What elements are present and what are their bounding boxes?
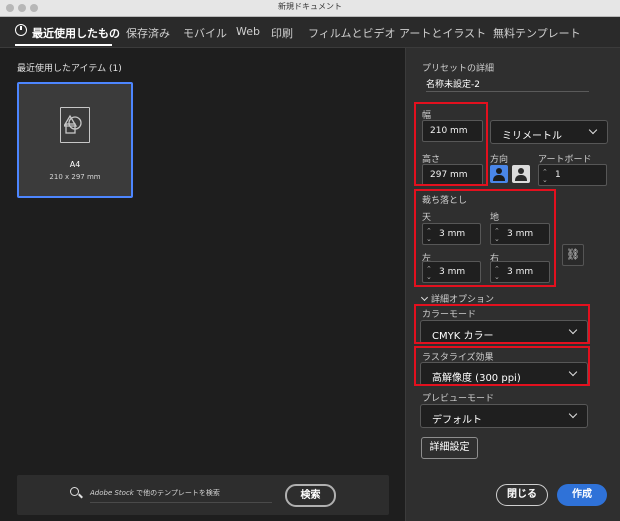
advanced-settings-button[interactable]: 詳細設定 [421,437,478,459]
recent-items-pane: 最近使用したアイテム (1) A4 210 x 297 mm Adobe Sto… [0,48,404,521]
document-shapes-icon [60,107,90,143]
preset-details-title: プリセットの詳細 [422,64,495,74]
highlight-box-size [414,102,488,186]
tab-web[interactable]: Web [236,25,260,38]
tab-recent[interactable]: 最近使用したもの [32,25,120,41]
preview-mode-value: デフォルト [432,415,482,426]
search-placeholder-text: で他のテンプレートを検索 [133,489,220,497]
template-search-bar: Adobe Stock で他のテンプレートを検索 検索 [17,475,389,515]
tab-mobile[interactable]: モバイル [183,25,227,41]
recent-clock-icon [15,24,27,36]
artboard-count-input[interactable]: ⌃ ⌄ 1 [538,164,607,186]
recent-items-heading: 最近使用したアイテム (1) [17,64,122,74]
window-title: 新規ドキュメント [278,2,342,11]
orientation-label: 方向 [490,155,509,165]
link-bleed-button[interactable]: ⛓ [562,244,584,266]
search-button[interactable]: 検索 [285,484,336,507]
preview-mode-select[interactable]: デフォルト [420,404,588,428]
search-icon [70,487,83,499]
tab-free-templates[interactable]: 無料テンプレート [493,25,581,41]
tab-print[interactable]: 印刷 [271,25,293,41]
chevron-down-icon [588,125,598,135]
tab-art-illustration[interactable]: アートとイラスト [399,25,486,41]
tab-saved[interactable]: 保存済み [126,25,170,41]
search-placeholder-brand: Adobe Stock [90,489,134,497]
close-button[interactable]: 閉じる [496,484,548,506]
recent-item-a4[interactable]: A4 210 x 297 mm [17,82,133,198]
recent-item-size: 210 x 297 mm [49,173,101,181]
category-tabs: 最近使用したもの 保存済み モバイル Web 印刷 フィルムとビデオ アートとイ… [0,17,620,48]
unit-select[interactable]: ミリメートル [490,120,608,144]
artboard-count-value: 1 [555,170,561,180]
portrait-orientation-button[interactable] [490,165,508,183]
tab-film-video[interactable]: フィルムとビデオ [308,25,396,41]
chevron-down-icon [568,409,578,419]
chain-link-icon: ⛓ [566,248,580,261]
template-search-input[interactable]: Adobe Stock で他のテンプレートを検索 [90,484,272,503]
create-button[interactable]: 作成 [557,484,607,506]
highlight-box-raster [414,346,590,386]
unit-value: ミリメートル [502,131,562,142]
chevron-down-icon [420,293,429,302]
landscape-orientation-button[interactable] [512,165,530,183]
document-name-field[interactable]: 名称未設定-2 [426,77,589,92]
recent-item-name: A4 [69,160,81,169]
window-titlebar: 新規ドキュメント [0,0,620,17]
active-tab-indicator [15,44,112,46]
stepper-arrows-icon[interactable]: ⌃ ⌄ [542,168,551,184]
highlight-box-color-mode [414,304,590,344]
preview-mode-label: プレビューモード [422,394,495,404]
highlight-box-bleed [414,189,556,287]
